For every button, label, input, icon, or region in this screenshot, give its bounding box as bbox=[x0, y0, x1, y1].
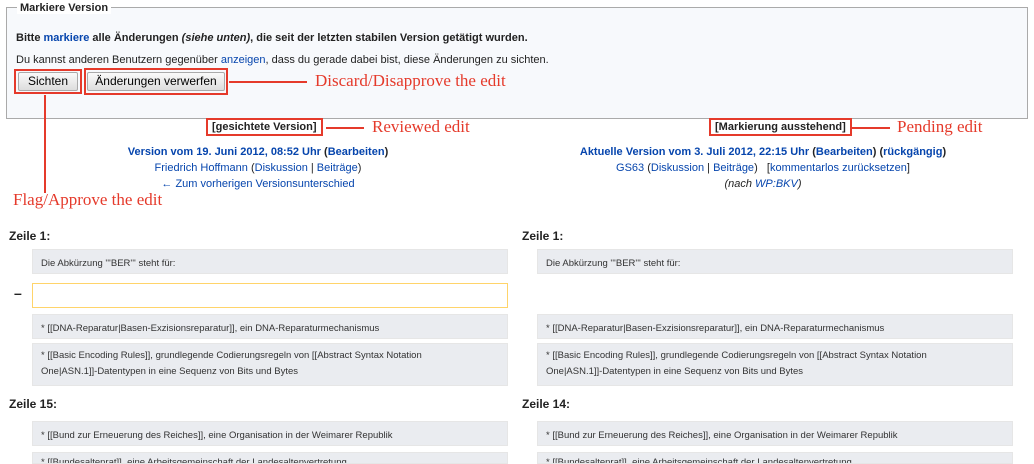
right-talk-link[interactable]: Diskussion bbox=[651, 162, 704, 174]
left-edit-link[interactable]: Bearbeiten bbox=[328, 146, 385, 158]
left-context-row: Die Abkürzung '''BER''' steht für: bbox=[32, 249, 508, 274]
anzeigen-link[interactable]: anzeigen bbox=[221, 54, 266, 66]
approve-pointer bbox=[44, 95, 46, 193]
right-context-row: * [[Bundesaltenrat]], eine Arbeitsgemein… bbox=[537, 452, 1013, 464]
approve-highlight bbox=[14, 69, 82, 94]
left-version-info: Version vom 19. Juni 2012, 08:52 Uhr (Be… bbox=[127, 146, 389, 190]
pending-annotation: Pending edit bbox=[897, 117, 983, 136]
right-version-info: Aktuelle Version vom 3. Juli 2012, 22:15… bbox=[540, 144, 986, 192]
right-contribs-link[interactable]: Beiträge bbox=[713, 162, 754, 174]
right-context-row: * [[Bund zur Erneuerung des Reiches]], e… bbox=[537, 421, 1013, 446]
pending-version-label-wrap: [Markierung ausstehend] bbox=[709, 118, 852, 136]
reviewed-pointer bbox=[326, 127, 364, 129]
pending-pointer bbox=[852, 127, 890, 129]
review-form: Markiere Version Bitte markiere alle Änd… bbox=[6, 2, 1028, 119]
notify-instruction: Du kannst anderen Benutzern gegenüber an… bbox=[16, 54, 549, 66]
right-context-row: Die Abkürzung '''BER''' steht für: bbox=[537, 249, 1013, 274]
deletion-marker: – bbox=[14, 285, 22, 301]
rollback-link[interactable]: kommentarlos zurücksetzen bbox=[770, 162, 907, 174]
left-context-row: * [[Basic Encoding Rules]], grundlegende… bbox=[32, 343, 508, 386]
approve-annotation: Flag/Approve the edit bbox=[13, 190, 163, 209]
prev-diff-link[interactable]: ← Zum vorherigen Versionsunterschied bbox=[161, 178, 354, 190]
right-line-number: Zeile 1: bbox=[522, 229, 564, 243]
markiere-link[interactable]: markiere bbox=[44, 32, 90, 44]
reviewed-version-label-wrap: [gesichtete Version] bbox=[206, 118, 323, 136]
left-context-row: * [[Bund zur Erneuerung des Reiches]], e… bbox=[32, 421, 508, 446]
discard-highlight bbox=[84, 68, 228, 95]
right-undo-link[interactable]: rückgängig bbox=[883, 146, 942, 158]
right-line-number: Zeile 14: bbox=[522, 397, 571, 411]
left-user-link[interactable]: Friedrich Hoffmann bbox=[155, 162, 248, 174]
form-legend: Markiere Version bbox=[17, 2, 112, 14]
wp-bkv-link[interactable]: WP:BKV bbox=[755, 178, 798, 190]
discard-pointer bbox=[229, 81, 307, 83]
left-version-link[interactable]: Version vom 19. Juni 2012, 08:52 Uhr bbox=[128, 146, 321, 158]
left-line-number: Zeile 15: bbox=[9, 397, 58, 411]
right-user-link[interactable]: GS63 bbox=[616, 162, 644, 174]
left-context-row: * [[Bundesaltenrat]], eine Arbeitsgemein… bbox=[32, 452, 508, 464]
pending-version-label: [Markierung ausstehend] bbox=[709, 118, 852, 136]
right-edit-link[interactable]: Bearbeiten bbox=[816, 146, 873, 158]
right-version-link[interactable]: Aktuelle Version vom 3. Juli 2012, 22:15… bbox=[580, 146, 809, 158]
left-line-number: Zeile 1: bbox=[9, 229, 51, 243]
right-context-row: * [[DNA-Reparatur|Basen-Exzisionsreparat… bbox=[537, 314, 1013, 339]
review-instruction: Bitte markiere alle Änderungen (siehe un… bbox=[16, 32, 528, 44]
left-talk-link[interactable]: Diskussion bbox=[255, 162, 308, 174]
edit-comment: (nach WP:BKV) bbox=[724, 178, 802, 190]
deleted-line bbox=[32, 283, 508, 308]
reviewed-version-label: [gesichtete Version] bbox=[206, 118, 323, 136]
right-context-row: * [[Basic Encoding Rules]], grundlegende… bbox=[537, 343, 1013, 386]
reviewed-annotation: Reviewed edit bbox=[372, 117, 470, 136]
discard-annotation: Discard/Disapprove the edit bbox=[315, 71, 506, 90]
left-context-row: * [[DNA-Reparatur|Basen-Exzisionsreparat… bbox=[32, 314, 508, 339]
left-contribs-link[interactable]: Beiträge bbox=[317, 162, 358, 174]
